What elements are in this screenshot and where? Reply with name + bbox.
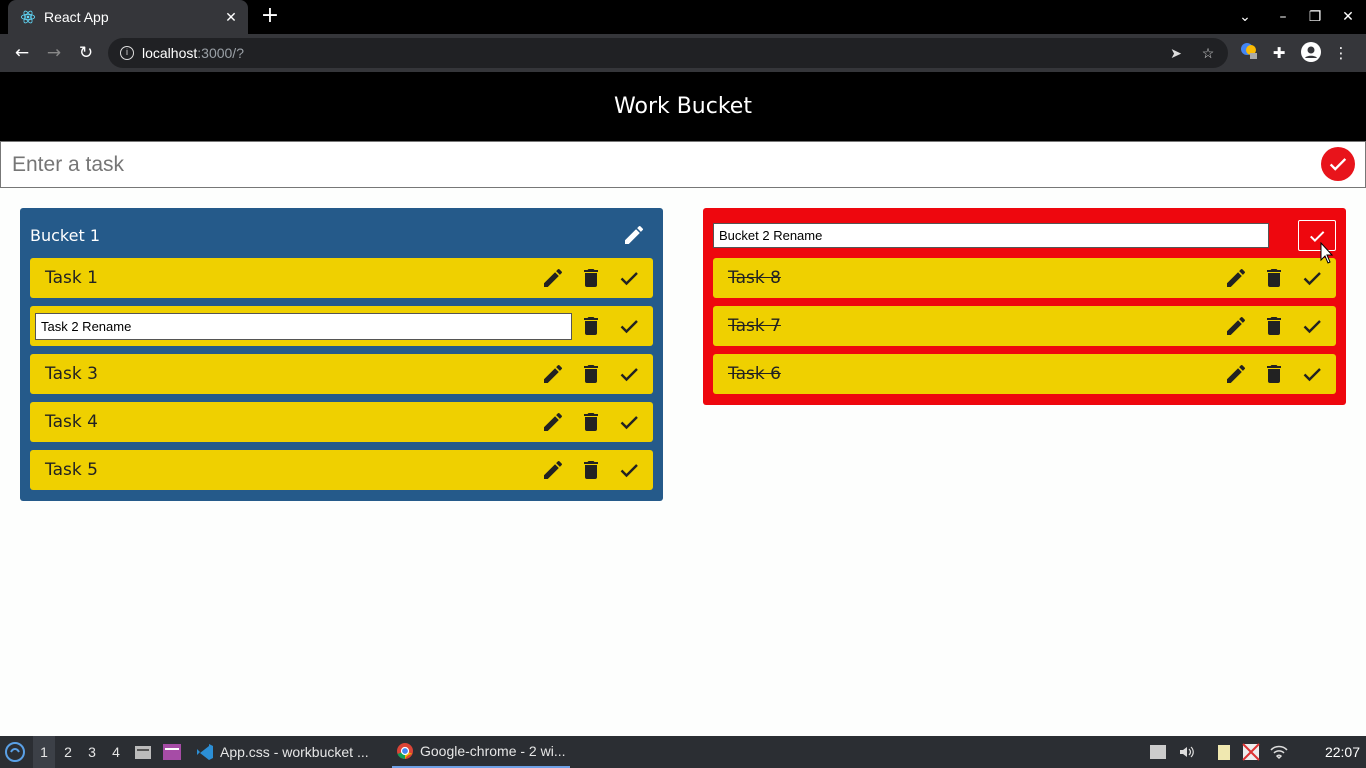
profile-avatar-icon[interactable] [1300, 42, 1322, 64]
back-icon[interactable]: ← [10, 41, 34, 65]
edit-pencil-icon[interactable] [1224, 266, 1248, 290]
workspace-3[interactable]: 3 [81, 736, 103, 768]
trash-icon[interactable] [579, 458, 603, 482]
task-label: Task 1 [45, 268, 98, 288]
trash-icon[interactable] [579, 362, 603, 386]
bucket-title: Bucket 1 [30, 226, 100, 245]
terminal-icon[interactable] [162, 736, 184, 768]
browser-tab[interactable]: React App ✕ [8, 0, 248, 34]
task-input[interactable] [1, 142, 1311, 187]
task-item-done: Task 6 [713, 354, 1336, 394]
tab-title: React App [44, 9, 109, 25]
window-close-icon[interactable]: ✕ [1337, 6, 1359, 28]
check-icon[interactable] [1300, 314, 1324, 338]
task-item: Task 4 [30, 402, 653, 442]
checkmark-icon [1329, 158, 1347, 171]
task-item: Task 5 [30, 450, 653, 490]
task-item-done: Task 8 [713, 258, 1336, 298]
url-host: localhost [142, 45, 198, 61]
task-label: Task 7 [728, 316, 781, 336]
check-icon[interactable] [1300, 266, 1324, 290]
check-icon[interactable] [617, 458, 641, 482]
task-entry-bar [0, 141, 1366, 188]
task-item-done: Task 7 [713, 306, 1336, 346]
trash-icon[interactable] [1262, 266, 1286, 290]
bookmark-star-icon[interactable]: ☆ [1197, 42, 1219, 64]
tab-close-icon[interactable]: ✕ [222, 8, 240, 26]
clipboard-icon[interactable] [1215, 743, 1233, 761]
check-icon[interactable] [617, 314, 641, 338]
workspace-4[interactable]: 4 [105, 736, 127, 768]
edit-pencil-icon[interactable] [541, 410, 565, 434]
screenshot-tool-icon[interactable] [1242, 743, 1260, 761]
task-item: Task 3 [30, 354, 653, 394]
check-icon[interactable] [617, 362, 641, 386]
trash-icon[interactable] [1262, 362, 1286, 386]
chevron-down-icon[interactable]: ⌄ [1234, 6, 1256, 28]
drive-icon[interactable] [1149, 743, 1167, 761]
taskbar-app-label: Google-chrome - 2 wi... [420, 743, 566, 759]
browser-tab-bar: React App ✕ + ⌄ – ❐ ✕ [0, 0, 1366, 34]
browser-menu-icon[interactable]: ⋮ [1330, 42, 1352, 64]
edit-pencil-icon[interactable] [541, 362, 565, 386]
react-icon [20, 10, 36, 24]
workspace-2[interactable]: 2 [57, 736, 79, 768]
wifi-icon[interactable] [1270, 743, 1288, 761]
mouse-cursor-icon [1320, 242, 1334, 264]
bucket-card: Bucket 1 Task 1 Task 3 Task 4 Task 5 [20, 208, 663, 501]
task-label: Task 8 [728, 268, 781, 288]
edit-pencil-icon[interactable] [541, 458, 565, 482]
system-clock: 22:07 [1324, 744, 1360, 760]
trash-icon[interactable] [579, 314, 603, 338]
edit-pencil-icon[interactable] [541, 266, 565, 290]
file-manager-icon[interactable] [134, 736, 154, 768]
site-info-icon[interactable]: i [120, 46, 134, 60]
edit-pencil-icon[interactable] [1224, 362, 1248, 386]
edit-bucket-pencil-icon[interactable] [622, 223, 646, 247]
restore-icon[interactable]: ❐ [1304, 6, 1326, 28]
trash-icon[interactable] [579, 266, 603, 290]
workspace-1[interactable]: 1 [33, 736, 55, 768]
task-item: Task 1 [30, 258, 653, 298]
new-tab-button[interactable]: + [258, 5, 282, 29]
task-item-editing [30, 306, 653, 346]
bucket-card-editing: Task 8 Task 7 Task 6 [703, 208, 1346, 405]
task-label: Task 5 [45, 460, 98, 480]
page-title: Work Bucket [614, 94, 752, 119]
task-label: Task 4 [45, 412, 98, 432]
browser-toolbar: ← → ↻ i localhost:3000/? ➤ ☆ ✚ ⋮ [0, 34, 1366, 72]
taskbar-app-label: App.css - workbucket ... [220, 744, 369, 760]
check-icon[interactable] [617, 266, 641, 290]
bucket-rename-input[interactable] [713, 223, 1269, 248]
check-icon[interactable] [617, 410, 641, 434]
task-label: Task 3 [45, 364, 98, 384]
app-header: Work Bucket [0, 72, 1366, 141]
send-icon[interactable]: ➤ [1165, 42, 1187, 64]
minimize-icon[interactable]: – [1272, 6, 1294, 28]
forward-icon[interactable]: → [42, 41, 66, 65]
taskbar-app-chrome[interactable]: Google-chrome - 2 wi... [392, 736, 570, 768]
task-rename-input[interactable] [35, 313, 572, 340]
start-menu-icon[interactable] [4, 736, 28, 768]
chrome-icon [397, 743, 413, 760]
url-path: :3000/? [197, 45, 244, 61]
add-task-button[interactable] [1321, 147, 1355, 181]
volume-icon[interactable] [1178, 743, 1196, 761]
task-label: Task 6 [728, 364, 781, 384]
trash-icon[interactable] [1262, 314, 1286, 338]
trash-icon[interactable] [579, 410, 603, 434]
edit-pencil-icon[interactable] [1224, 314, 1248, 338]
address-bar[interactable]: i localhost:3000/? ➤ ☆ [108, 38, 1228, 68]
os-taskbar: 1 2 3 4 App.css - workbucket ... Google-… [0, 736, 1366, 768]
check-icon[interactable] [1300, 362, 1324, 386]
taskbar-app-vscode[interactable]: App.css - workbucket ... [192, 736, 373, 768]
extensions-puzzle-icon[interactable]: ✚ [1268, 42, 1290, 64]
reload-icon[interactable]: ↻ [74, 41, 98, 65]
extension-colorful-icon[interactable] [1238, 42, 1260, 64]
vscode-icon [197, 744, 213, 760]
